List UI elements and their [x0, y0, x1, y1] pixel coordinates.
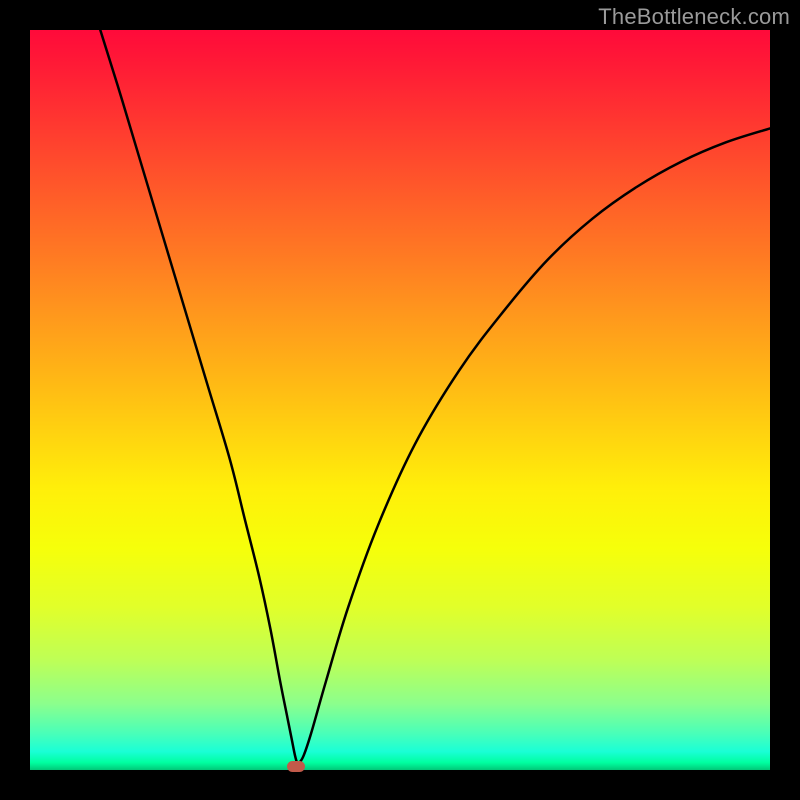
min-marker: [287, 761, 305, 772]
curve-path: [100, 30, 770, 764]
watermark-text: TheBottleneck.com: [598, 4, 790, 30]
chart-frame: TheBottleneck.com: [0, 0, 800, 800]
plot-area: [30, 30, 770, 770]
curve-layer: [30, 30, 770, 770]
